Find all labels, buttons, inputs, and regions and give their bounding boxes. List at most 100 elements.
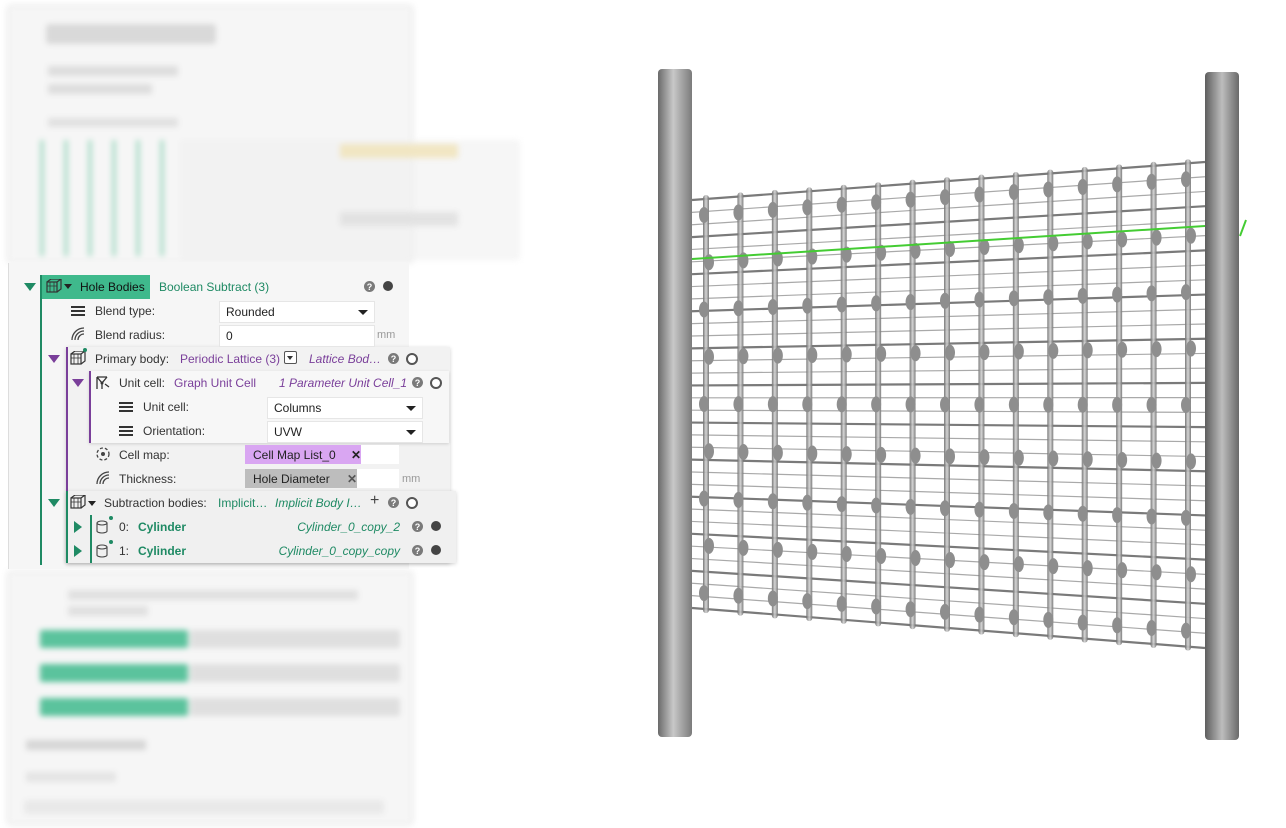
chevron-down-icon[interactable] — [88, 501, 96, 506]
lattice-node — [979, 449, 990, 466]
cell-map-field[interactable] — [361, 445, 399, 464]
lattice-node — [1112, 396, 1123, 413]
lattice-node — [1077, 505, 1088, 522]
help-icon[interactable]: ? — [388, 353, 399, 364]
lattice-node — [905, 294, 916, 311]
subtraction-value[interactable]: Implicit… — [218, 496, 267, 510]
unit-cell-dropdown[interactable]: Columns — [267, 397, 423, 419]
bypass-dot-icon[interactable] — [406, 497, 418, 509]
lattice-node — [1146, 396, 1157, 413]
lattice-node — [1043, 396, 1054, 413]
lattice-node — [1181, 509, 1191, 526]
primary-collapse-toggle[interactable] — [48, 355, 60, 363]
lattice-node — [979, 554, 990, 571]
collapse-toggle[interactable] — [24, 283, 36, 291]
lattice-node — [979, 344, 990, 361]
lattice-node — [1043, 611, 1054, 628]
lattice-node — [772, 444, 783, 461]
lattice-node — [1117, 562, 1128, 579]
lattice-node — [841, 545, 852, 562]
lattice-node — [807, 346, 818, 363]
lattice-node — [1013, 556, 1024, 573]
bypass-dot-icon[interactable] — [406, 353, 418, 365]
lattice-node — [767, 590, 778, 607]
left-flange — [658, 69, 692, 737]
lattice-node — [1181, 171, 1191, 188]
item-name: Cylinder_0_copy_copy — [278, 544, 400, 558]
blurred-stripe — [64, 140, 68, 256]
item-type[interactable]: Cylinder — [138, 520, 186, 534]
blend-radius-input[interactable]: 0 — [219, 325, 375, 347]
subtraction-collapse-toggle[interactable] — [48, 499, 60, 507]
lattice-node — [905, 191, 916, 208]
lattice-node — [836, 296, 847, 313]
lattice-node — [1082, 560, 1093, 577]
unit-cell-collapse-toggle[interactable] — [72, 379, 84, 387]
lattice-node — [1008, 502, 1019, 519]
lattice-node — [1048, 235, 1059, 252]
chevron-down-icon — [358, 310, 368, 315]
primary-body-value[interactable]: Periodic Lattice (3) — [180, 352, 280, 366]
plus-icon[interactable]: + — [370, 492, 379, 510]
blurred-field — [24, 800, 384, 814]
node-title-chip[interactable]: Hole Bodies — [42, 275, 150, 299]
lattice-node — [1151, 229, 1162, 246]
unit-cell-node-value[interactable]: Graph Unit Cell — [174, 376, 256, 390]
lattice-node — [974, 396, 985, 413]
blend-type-dropdown[interactable]: Rounded — [219, 301, 375, 323]
unit-cell-tree-line — [89, 371, 91, 443]
lattice-node — [1117, 231, 1128, 248]
bypass-dot-icon[interactable] — [383, 281, 393, 291]
lattice-node — [1112, 617, 1123, 634]
lattice-node — [733, 204, 744, 221]
list-icon — [119, 426, 133, 436]
lattice-node — [802, 297, 813, 314]
thickness-tag[interactable]: Hole Diameter ✕ — [245, 469, 365, 488]
close-icon[interactable]: ✕ — [347, 472, 357, 486]
cell-map-tag[interactable]: Cell Map List_0 ✕ — [245, 445, 369, 464]
lattice-node — [871, 194, 882, 211]
cell-map-icon — [96, 447, 110, 461]
unit-cell-value: Columns — [274, 401, 322, 415]
primary-body-label: Primary body: — [95, 352, 170, 366]
lattice-node — [1043, 289, 1054, 306]
bypass-dot-icon[interactable] — [430, 377, 442, 389]
orientation-label: Orientation: — [143, 424, 206, 438]
primary-tree-line — [66, 347, 68, 491]
thickness-field[interactable] — [357, 469, 399, 488]
3d-viewport[interactable] — [640, 60, 1260, 750]
bypass-dot-icon[interactable] — [431, 521, 441, 531]
lattice-node — [699, 206, 709, 223]
lattice-node — [910, 550, 921, 567]
close-icon[interactable]: ✕ — [351, 448, 361, 462]
lattice-node — [974, 606, 985, 623]
expand-toggle[interactable] — [74, 521, 82, 533]
unit-cell-node-ref: 1 Parameter Unit Cell_1 — [279, 376, 408, 390]
blurred-text — [26, 772, 116, 782]
item-type[interactable]: Cylinder — [138, 544, 186, 558]
lattice-node — [1008, 609, 1019, 626]
lattice-node — [699, 585, 709, 602]
chevron-down-icon[interactable] — [284, 351, 297, 364]
lattice-node — [733, 396, 744, 413]
help-icon[interactable]: ? — [388, 497, 399, 508]
highlight-edge — [1239, 219, 1247, 237]
lattice-node — [807, 543, 818, 560]
help-icon[interactable]: ? — [412, 377, 423, 388]
help-icon[interactable]: ? — [364, 281, 375, 292]
lattice-node — [836, 595, 847, 612]
bypass-dot-icon[interactable] — [431, 545, 441, 555]
lattice-node — [767, 201, 778, 218]
blurred-node — [190, 664, 400, 682]
help-icon[interactable]: ? — [412, 521, 423, 532]
hole-bodies-node-panel: Hole Bodies Boolean Subtract (3) ? Blend… — [8, 263, 456, 569]
list-icon — [71, 306, 85, 316]
orientation-value: UVW — [274, 425, 302, 439]
lattice-node — [841, 446, 852, 463]
lattice-node — [1008, 184, 1019, 201]
help-icon[interactable]: ? — [412, 545, 423, 556]
orientation-dropdown[interactable]: UVW — [267, 421, 423, 443]
lattice-node — [974, 291, 985, 308]
chevron-down-icon[interactable] — [64, 284, 72, 289]
expand-toggle[interactable] — [74, 545, 82, 557]
